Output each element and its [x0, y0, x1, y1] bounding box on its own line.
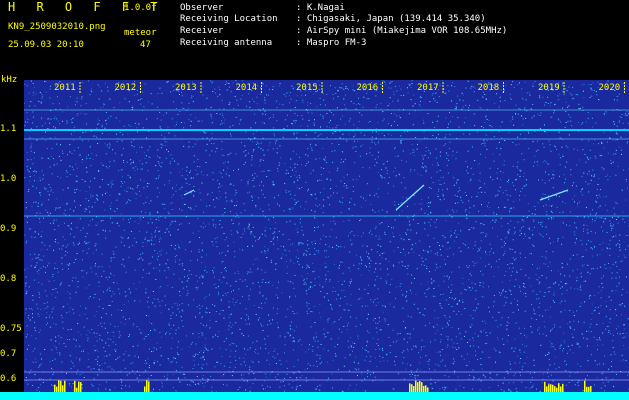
burst-mark	[78, 381, 80, 392]
datetime-label: 25.09.03 20:10	[8, 40, 84, 50]
burst-mark	[54, 384, 56, 392]
spectrogram-background	[24, 80, 629, 400]
burst-mark	[409, 383, 411, 392]
burst-mark	[411, 384, 413, 392]
burst-mark	[64, 380, 66, 392]
y-tick-0-75: 0.75	[0, 324, 22, 334]
burst-mark	[60, 380, 62, 392]
spectrogram: 2011 2012 2013 2014 2015 2016 2017 2018 2019 2020	[24, 80, 629, 400]
time-label-2018: 2018	[478, 83, 500, 93]
time-label-2012: 2012	[115, 83, 137, 93]
burst-mark	[417, 382, 419, 392]
spectrogram-canvas: 2011 2012 2013 2014 2015 2016 2017 2018 2019 2020	[24, 80, 629, 400]
time-label-2013: 2013	[175, 83, 197, 93]
bottom-signal-bar	[0, 392, 629, 400]
time-label-2014: 2014	[236, 83, 258, 93]
meteor-count: 47	[140, 40, 151, 50]
y-tick-1-0: 1.0	[0, 174, 17, 184]
burst-mark	[558, 383, 560, 392]
burst-mark	[74, 380, 76, 392]
burst-mark	[146, 380, 148, 392]
burst-mark	[584, 380, 586, 392]
info-value-location: : Chigasaki, Japan (139.414 35.340)	[296, 14, 486, 24]
burst-mark	[148, 381, 150, 392]
burst-mark	[544, 381, 546, 392]
y-tick-0-9: 0.9	[0, 224, 17, 234]
info-value-receiver: : AirSpy mini (Miakejima VOR 108.65MHz)	[296, 26, 508, 36]
info-label-receiver: Receiver	[180, 26, 224, 36]
y-tick-0-6: 0.6	[0, 374, 17, 384]
time-label-2017: 2017	[417, 83, 439, 93]
filename-label: KN9_2509032010.png	[8, 22, 106, 32]
y-tick-1-1: 1.1	[0, 124, 17, 134]
header-panel: H R O F F T 1.0.0f KN9_2509032010.png me…	[0, 0, 629, 80]
burst-mark	[419, 380, 421, 392]
burst-mark	[421, 382, 423, 392]
burst-mark	[415, 380, 417, 392]
time-label-2019: 2019	[538, 83, 560, 93]
burst-mark	[552, 384, 554, 392]
burst-mark	[58, 380, 60, 392]
burst-mark	[62, 385, 64, 392]
time-label-2020: 2020	[599, 83, 621, 93]
info-label-location: Receiving Location	[180, 14, 278, 24]
burst-mark	[80, 382, 82, 392]
y-tick-0-8: 0.8	[0, 274, 17, 284]
unit-label: kHz	[1, 75, 18, 85]
info-label-antenna: Receiving antenna	[180, 38, 273, 48]
time-label-2015: 2015	[296, 83, 318, 93]
time-label-2016: 2016	[357, 83, 379, 93]
info-value-observer: : K.Nagai	[296, 3, 345, 13]
meteor-label: meteor	[124, 28, 157, 38]
burst-mark	[548, 384, 550, 392]
info-value-antenna: : Maspro FM-3	[296, 38, 367, 48]
time-label-2011: 2011	[54, 83, 76, 93]
burst-mark	[562, 383, 564, 392]
burst-mark	[550, 384, 552, 392]
info-label-observer: Observer	[180, 3, 224, 13]
burst-mark	[425, 385, 427, 392]
y-tick-0-7: 0.7	[0, 349, 17, 359]
version-label: 1.0.0f	[124, 3, 157, 13]
